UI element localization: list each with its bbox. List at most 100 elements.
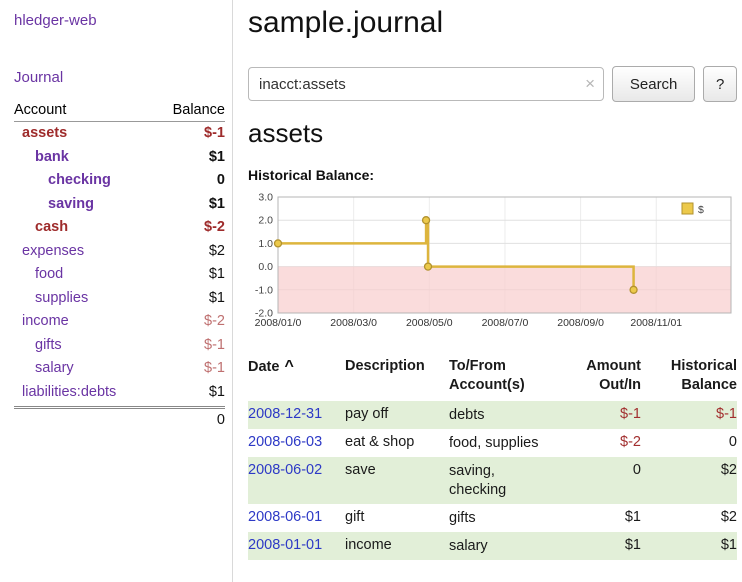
account-balance: $-2 xyxy=(204,310,225,334)
account-balance: 0 xyxy=(217,169,225,193)
transaction-date-link[interactable]: 2008-06-02 xyxy=(248,462,322,478)
transaction-amount: $-2 xyxy=(577,434,641,450)
transaction-amount: $1 xyxy=(577,537,641,553)
register-header-date[interactable]: Date ^ xyxy=(248,357,345,377)
date-header-label: Date xyxy=(248,359,279,375)
chart-title: Historical Balance: xyxy=(248,167,737,183)
transaction-date-link[interactable]: 2008-06-01 xyxy=(248,509,322,525)
transaction-date-link[interactable]: 2008-12-31 xyxy=(248,406,322,422)
account-link-bank[interactable]: bank xyxy=(14,146,69,170)
main-content: sample.journal × Search ? assets Histori… xyxy=(248,0,737,560)
account-balance: $1 xyxy=(209,263,225,287)
account-link-expenses[interactable]: expenses xyxy=(14,240,84,264)
account-row: food $1 xyxy=(14,263,225,287)
account-link-checking[interactable]: checking xyxy=(14,169,111,193)
register-header-balance: Historical Balance xyxy=(641,357,737,395)
account-row: assets $-1 xyxy=(14,122,225,146)
account-link-salary[interactable]: salary xyxy=(14,357,74,381)
register-row: 2008-06-01 gift gifts $1 $2 xyxy=(248,504,737,532)
account-row: liabilities:debts $1 xyxy=(14,381,225,405)
account-link-saving[interactable]: saving xyxy=(14,193,94,217)
account-row: supplies $1 xyxy=(14,287,225,311)
accounts-table-header: Account Balance xyxy=(14,102,225,122)
svg-text:2008/03/0: 2008/03/0 xyxy=(330,317,377,329)
app-title-link[interactable]: hledger-web xyxy=(14,12,225,29)
transaction-date-link[interactable]: 2008-06-03 xyxy=(248,434,322,450)
transaction-description: pay off xyxy=(345,406,449,422)
register-row: 2008-12-31 pay off debts $-1 $-1 xyxy=(248,401,737,429)
transaction-description: save xyxy=(345,462,449,478)
transaction-balance: $-1 xyxy=(641,406,737,422)
svg-text:2008/09/0: 2008/09/0 xyxy=(557,317,604,329)
account-balance: $2 xyxy=(209,240,225,264)
register-header-tofrom: To/From Account(s) xyxy=(449,357,577,395)
transaction-amount: $-1 xyxy=(577,406,641,422)
account-link-supplies[interactable]: supplies xyxy=(14,287,88,311)
account-balance: $1 xyxy=(209,193,225,217)
transaction-description: gift xyxy=(345,509,449,525)
register-table: Date ^ Description To/From Account(s) Amo… xyxy=(248,352,737,560)
transaction-accounts: saving, checking xyxy=(449,462,553,500)
balance-line1: Historical xyxy=(641,357,737,376)
account-link-cash[interactable]: cash xyxy=(14,216,68,240)
amount-line1: Amount xyxy=(577,357,641,376)
svg-text:-1.0: -1.0 xyxy=(255,284,273,296)
register-header-amount: Amount Out/In xyxy=(577,357,641,395)
transaction-description: income xyxy=(345,537,449,553)
account-link-gifts[interactable]: gifts xyxy=(14,334,62,358)
svg-text:2.0: 2.0 xyxy=(258,215,273,227)
register-row: 2008-06-03 eat & shop food, supplies $-2… xyxy=(248,429,737,457)
accounts-table: assets $-1 bank $1 checking 0 saving $1 … xyxy=(14,122,225,428)
account-balance: $-1 xyxy=(204,357,225,381)
page-title: sample.journal xyxy=(248,6,737,40)
transaction-description: eat & shop xyxy=(345,434,449,450)
account-row: cash $-2 xyxy=(14,216,225,240)
sort-ascending-icon: ^ xyxy=(284,358,293,375)
svg-text:1.0: 1.0 xyxy=(258,238,273,250)
account-link-liabilities-debts[interactable]: liabilities:debts xyxy=(14,381,116,405)
account-link-assets[interactable]: assets xyxy=(14,122,67,146)
register-row: 2008-06-02 save saving, checking 0 $2 xyxy=(248,457,737,504)
account-balance: $1 xyxy=(209,146,225,170)
svg-text:-2.0: -2.0 xyxy=(255,308,273,320)
search-button[interactable]: Search xyxy=(612,66,695,102)
account-balance: $-1 xyxy=(204,334,225,358)
svg-text:2008/11/01: 2008/11/01 xyxy=(630,317,682,329)
svg-text:3.0: 3.0 xyxy=(258,192,273,204)
account-row: gifts $-1 xyxy=(14,334,225,358)
balance-line2: Balance xyxy=(641,376,737,395)
balance-chart: 2008/01/02008/03/02008/05/02008/07/02008… xyxy=(248,191,737,333)
transaction-balance: 0 xyxy=(641,434,737,450)
search-input[interactable] xyxy=(248,67,604,101)
sidebar-item-journal[interactable]: Journal xyxy=(14,69,225,86)
accounts-header-account: Account xyxy=(14,102,66,118)
account-balance: $1 xyxy=(209,287,225,311)
transaction-accounts: food, supplies xyxy=(449,434,553,453)
amount-line2: Out/In xyxy=(577,376,641,395)
transaction-balance: $2 xyxy=(641,462,737,478)
account-link-income[interactable]: income xyxy=(14,310,69,334)
transaction-amount: 0 xyxy=(577,462,641,478)
transaction-accounts: gifts xyxy=(449,509,553,528)
accounts-total: 0 xyxy=(14,406,225,428)
transaction-date-link[interactable]: 2008-01-01 xyxy=(248,537,322,553)
account-row: bank $1 xyxy=(14,146,225,170)
register-row: 2008-01-01 income salary $1 $1 xyxy=(248,532,737,560)
transaction-balance: $1 xyxy=(641,537,737,553)
transaction-accounts: debts xyxy=(449,406,553,425)
account-balance: $-2 xyxy=(204,216,225,240)
account-heading: assets xyxy=(248,118,737,149)
account-balance: $1 xyxy=(209,381,225,405)
account-row: income $-2 xyxy=(14,310,225,334)
chart-area: 2008/01/02008/03/02008/05/02008/07/02008… xyxy=(248,191,737,338)
register-header-row: Date ^ Description To/From Account(s) Amo… xyxy=(248,352,737,401)
transaction-accounts: salary xyxy=(449,537,553,556)
account-link-food[interactable]: food xyxy=(14,263,63,287)
register-header-description: Description xyxy=(345,357,449,376)
account-row: saving $1 xyxy=(14,193,225,217)
transaction-amount: $1 xyxy=(577,509,641,525)
account-balance: $-1 xyxy=(204,122,225,146)
account-row: checking 0 xyxy=(14,169,225,193)
help-button[interactable]: ? xyxy=(703,66,737,102)
clear-search-icon[interactable]: × xyxy=(585,75,595,92)
